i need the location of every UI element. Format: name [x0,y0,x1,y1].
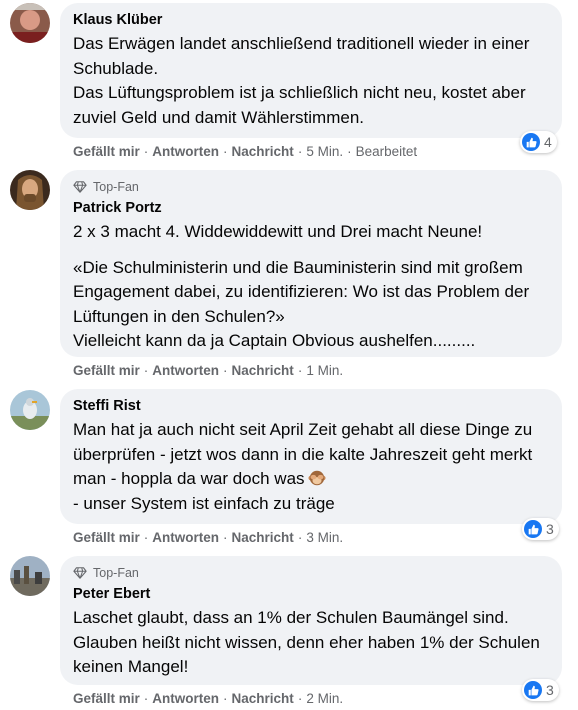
comment-author[interactable]: Klaus Klüber [73,11,549,29]
like-button[interactable]: Gefällt mir [73,530,140,545]
avatar[interactable] [10,170,50,210]
reaction-summary[interactable]: 4 [520,131,557,153]
separator-dot: · [143,530,149,545]
separator-dot: · [347,144,352,159]
comment-paragraph: Man hat ja auch nicht seit April Zeit ge… [73,418,549,492]
separator-dot: · [297,363,303,378]
reaction-summary[interactable]: 3 [522,679,559,701]
avatar-patrick-image [10,170,50,210]
comment-author[interactable]: Patrick Portz [73,199,549,217]
comment-paragraph: Das Erwägen landet anschließend traditio… [73,34,530,78]
comment-bubble: Steffi Rist Man hat ja auch nicht seit A… [60,389,562,524]
comment-timestamp[interactable]: 3 Min. [306,530,343,545]
top-fan-badge: Top-Fan [73,564,549,582]
comment-paragraph: - unser System ist einfach zu träge [73,493,335,513]
comment-text: Laschet glaubt, dass an 1% der Schulen B… [73,606,549,680]
reply-button[interactable]: Antworten [152,530,219,545]
edited-label: Bearbeitet [355,144,418,159]
like-reaction-icon [524,520,542,538]
comment-paragraph: Vielleicht kann da ja Captain Obvious au… [73,331,476,350]
comment-author[interactable]: Steffi Rist [73,397,549,415]
reaction-count: 3 [546,682,554,698]
avatar[interactable] [10,3,50,43]
like-button[interactable]: Gefällt mir [73,144,140,159]
top-fan-label: Top-Fan [93,180,139,194]
separator-dot: · [223,144,228,159]
like-reaction-icon [522,133,540,151]
avatar-steffi-image [10,390,50,430]
comment-paragraph: 2 x 3 macht 4. Widdewiddewitt und Drei m… [73,222,483,241]
like-reaction-icon [524,681,542,699]
separator-dot: · [297,144,303,159]
comment-author[interactable]: Peter Ebert [73,585,549,603]
comment-bubble: Top-Fan Peter Ebert Laschet glaubt, dass… [60,556,562,685]
comment-text: Man hat ja auch nicht seit April Zeit ge… [73,418,549,516]
comment-timestamp[interactable]: 1 Min. [306,363,343,378]
message-button[interactable]: Nachricht [232,691,294,706]
like-button[interactable]: Gefällt mir [73,691,140,706]
top-fan-badge: Top-Fan [73,178,549,196]
comment-text: 2 x 3 macht 4. Widdewiddewitt und Drei m… [73,220,549,354]
comment-bubble: Top-Fan Patrick Portz 2 x 3 macht 4. Wid… [60,170,562,357]
separator-dot: · [223,691,228,706]
reaction-count: 3 [546,521,554,537]
top-fan-label: Top-Fan [93,566,139,580]
message-button[interactable]: Nachricht [232,530,294,545]
diamond-icon [73,181,87,193]
message-button[interactable]: Nachricht [232,363,294,378]
avatar-peter-image [10,556,50,596]
reaction-summary[interactable]: 3 [522,518,559,540]
separator-dot: · [297,530,303,545]
diamond-icon [73,567,87,579]
reply-button[interactable]: Antworten [152,691,219,706]
separator-dot: · [143,144,149,159]
avatar[interactable] [10,390,50,430]
reply-button[interactable]: Antworten [152,144,219,159]
avatar[interactable] [10,556,50,596]
separator-dot: · [297,691,303,706]
separator-dot: · [143,691,149,706]
separator-dot: · [223,530,228,545]
comment-actions: Gefällt mir · Antworten · Nachricht · 2 Min. [73,690,343,708]
avatar-klaus-image [10,3,50,43]
comment-timestamp[interactable]: 5 Min. [306,144,343,159]
reaction-count: 4 [544,134,552,150]
message-button[interactable]: Nachricht [232,144,294,159]
comment-actions: Gefällt mir · Antworten · Nachricht · 1 Min. [73,362,343,380]
see-no-evil-monkey-icon [307,470,326,486]
comment-paragraph: «Die Schulministerin und die Bauminister… [73,257,530,326]
separator-dot: · [143,363,149,378]
comment-bubble: Klaus Klüber Das Erwägen landet anschlie… [60,3,562,138]
comment-actions: Gefällt mir · Antworten · Nachricht · 3 Min. [73,529,343,547]
comment-timestamp[interactable]: 2 Min. [306,691,343,706]
comment-text: Das Erwägen landet anschließend traditio… [73,32,549,130]
comment-actions: Gefällt mir · Antworten · Nachricht · 5 Min. · B… [73,143,417,161]
comment-paragraph: Das Lüftungsproblem ist ja schließlich n… [73,83,526,127]
separator-dot: · [223,363,228,378]
comment-paragraph: Laschet glaubt, dass an 1% der Schulen B… [73,608,540,676]
like-button[interactable]: Gefällt mir [73,363,140,378]
comment-paragraph-text: Man hat ja auch nicht seit April Zeit ge… [73,420,533,488]
reply-button[interactable]: Antworten [152,363,219,378]
